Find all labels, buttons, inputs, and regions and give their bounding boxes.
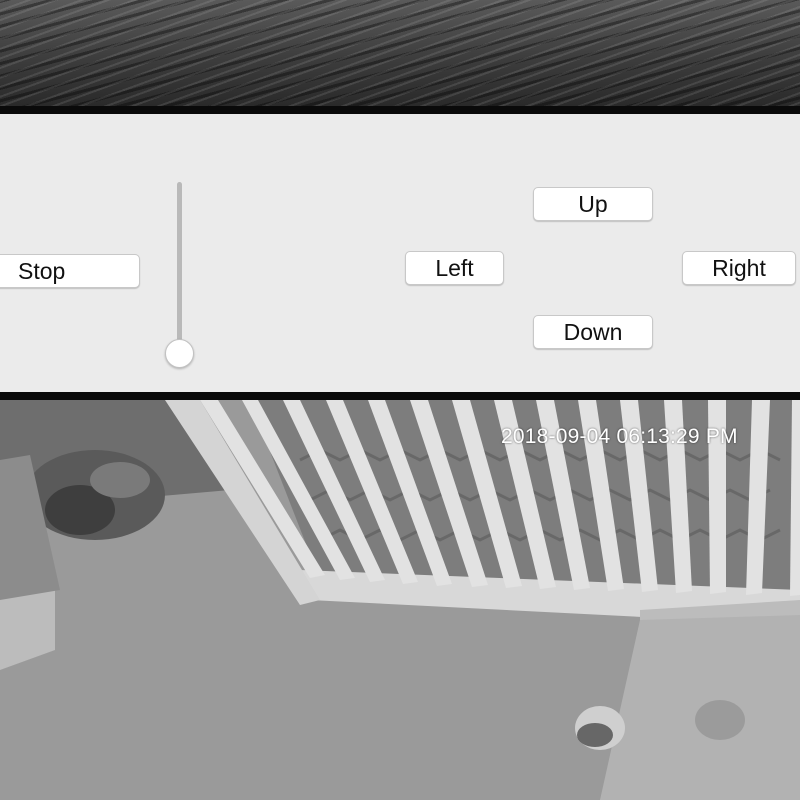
up-button-label: Up — [578, 190, 608, 217]
left-button-label: Left — [435, 254, 474, 281]
zoom-slider-track[interactable] — [177, 182, 182, 350]
right-button[interactable]: Right — [682, 251, 796, 285]
right-button-label: Right — [712, 254, 766, 281]
divider — [0, 106, 800, 114]
down-button[interactable]: Down — [533, 315, 653, 349]
down-button-label: Down — [563, 318, 623, 345]
zoom-slider-thumb[interactable] — [165, 338, 194, 368]
up-button[interactable]: Up — [533, 187, 653, 221]
timestamp-overlay: 2018-09-04 06:13:29 PM — [501, 425, 738, 448]
divider — [0, 392, 800, 400]
control-panel: Stop Up Left Right Down — [0, 114, 800, 392]
top-camera-feed — [0, 0, 800, 106]
camera-feed-image — [0, 400, 800, 800]
stop-button[interactable]: Stop — [0, 254, 140, 288]
left-button[interactable]: Left — [405, 251, 504, 285]
bottom-camera-feed: 2018-09-04 06:13:29 PM — [0, 400, 800, 800]
stop-button-label: Stop — [18, 257, 66, 284]
camera-control-app: Stop Up Left Right Down 2018-09-04 06:13… — [0, 0, 800, 800]
